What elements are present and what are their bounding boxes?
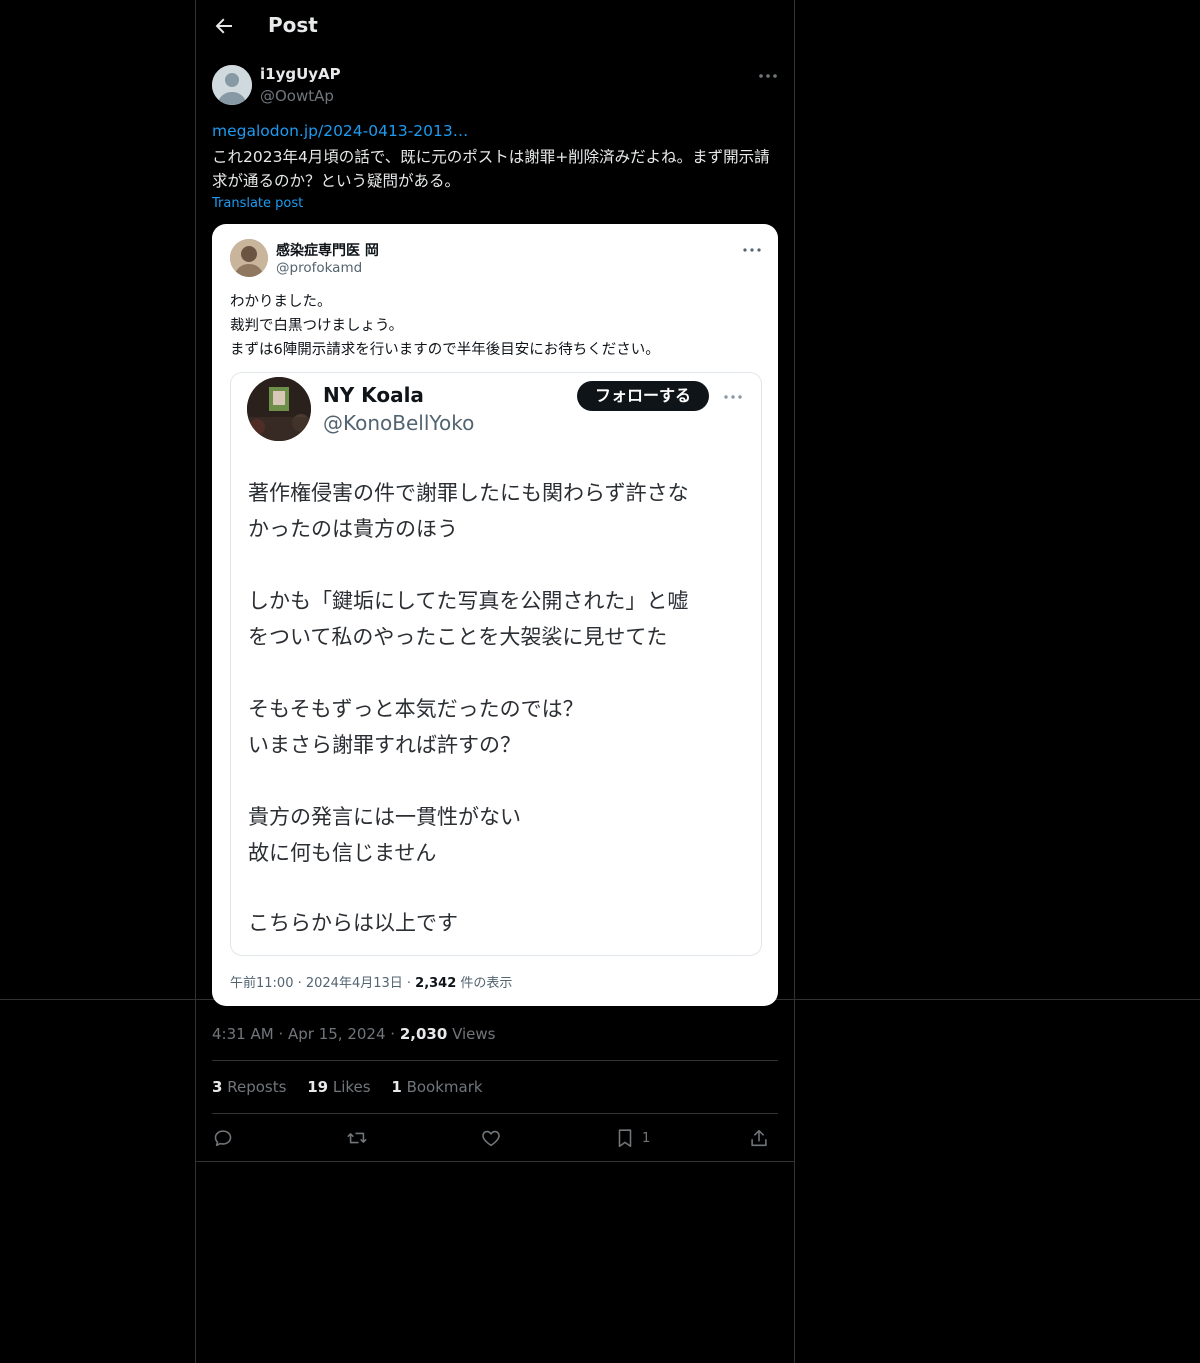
repost-icon[interactable]: [346, 1125, 368, 1151]
top-bar: Post: [196, 0, 794, 54]
translate-post-link[interactable]: Translate post: [212, 196, 303, 211]
quoted-avatar: [247, 377, 311, 441]
more-options-icon[interactable]: [756, 64, 780, 88]
bookmarks-stat[interactable]: 1 Bookmark: [391, 1078, 482, 1096]
author-avatar[interactable]: [212, 65, 252, 105]
reposts-label: Reposts: [227, 1078, 287, 1096]
engagement-stats: 3 Reposts 19 Likes 1 Bookmark: [212, 1078, 499, 1096]
embedded-line: まずは6陣開示請求を行いますので半年後目安にお待ちください。: [230, 342, 660, 358]
post-text: これ2023年4月頃の話で、既に元のポストは謝罪+削除済みだよね。まず開示請求が…: [212, 148, 770, 190]
column-border-right: [794, 0, 795, 1363]
bookmark-action-count: 1: [642, 1130, 651, 1146]
action-bar: 1: [212, 1125, 778, 1151]
quoted-paragraph: 著作権侵害の件で謝罪したにも関わらず許さな かったのは貴方のほう: [248, 481, 689, 541]
post-timestamp: 4:31 AM · Apr 15, 2024 · 2,030 Views: [212, 1025, 495, 1043]
embedded-author-handle: @profokamd: [276, 260, 363, 276]
embedded-meta-views: 2,342: [415, 976, 457, 991]
embedded-line: わかりました。: [230, 294, 332, 310]
embedded-text: わかりました。 裁判で白黒つけましょう。 まずは6陣開示請求を行いますので半年後…: [230, 290, 770, 362]
quoted-paragraph: そもそもずっと本気だったのでは？ いまさら謝罪すれば許すの？: [248, 697, 584, 757]
embedded-line: 裁判で白黒つけましょう。: [230, 318, 404, 334]
post-link[interactable]: megalodon.jp/2024-0413-2013…: [212, 122, 468, 140]
post-date[interactable]: Apr 15, 2024: [288, 1025, 386, 1043]
bookmarks-count: 1: [391, 1078, 402, 1096]
reply-icon[interactable]: [212, 1125, 234, 1151]
quoted-post: NY Koala @KonoBellYoko フォローする 著作権侵害の件で謝罪…: [230, 372, 762, 956]
bookmarks-label: Bookmark: [406, 1078, 483, 1096]
attached-screenshot[interactable]: 感染症専門医 岡 @profokamd わかりました。 裁判で白黒つけましょう。…: [212, 224, 778, 1006]
reposts-count: 3: [212, 1078, 223, 1096]
likes-stat[interactable]: 19 Likes: [307, 1078, 370, 1096]
separator: [212, 1113, 778, 1114]
quoted-more-icon: [721, 385, 745, 409]
bookmark-icon[interactable]: 1: [614, 1125, 650, 1151]
embedded-meta: 午前11:00 · 2024年4月13日 · 2,342 件の表示: [230, 972, 512, 991]
views-label: Views: [452, 1025, 496, 1043]
quoted-author-handle: @KonoBellYoko: [323, 411, 475, 435]
heart-icon[interactable]: [480, 1125, 502, 1151]
share-icon[interactable]: [748, 1125, 770, 1151]
quoted-author-name: NY Koala: [323, 383, 424, 407]
page-title: Post: [268, 13, 318, 37]
meta-dot: ·: [390, 1025, 400, 1043]
bottom-border: [196, 1161, 794, 1162]
quoted-paragraph: こちらからは以上です: [248, 911, 458, 935]
embedded-avatar: [230, 239, 268, 277]
embedded-more-icon: [740, 238, 764, 262]
quoted-paragraph: 貴方の発言には一貫性がない 故に何も信じません: [248, 805, 521, 865]
author-name[interactable]: i1ygUyAP: [260, 65, 341, 83]
follow-button: フォローする: [577, 381, 709, 411]
likes-label: Likes: [332, 1078, 371, 1096]
likes-count: 19: [307, 1078, 329, 1096]
column-border-left: [195, 0, 196, 1363]
quoted-paragraph: しかも「鍵垢にしてた写真を公開された」と嘘 をついて私のやったことを大袈裟に見せ…: [248, 589, 689, 649]
author-handle[interactable]: @OowtAp: [260, 87, 334, 105]
reposts-stat[interactable]: 3 Reposts: [212, 1078, 286, 1096]
meta-dot: ·: [278, 1025, 288, 1043]
embedded-meta-time: 午前11:00 · 2024年4月13日 ·: [230, 976, 416, 991]
embedded-meta-suffix: 件の表示: [456, 976, 513, 991]
separator: [212, 1060, 778, 1061]
views-count: 2,030: [399, 1025, 448, 1043]
embedded-author-name: 感染症専門医 岡: [276, 243, 379, 259]
post-time[interactable]: 4:31 AM: [212, 1025, 274, 1043]
back-arrow-icon[interactable]: [212, 14, 236, 38]
